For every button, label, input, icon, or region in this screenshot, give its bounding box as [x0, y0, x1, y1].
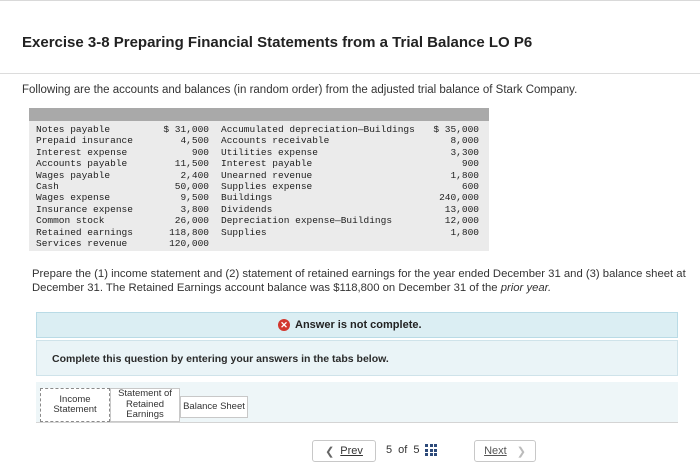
account-name: Common stock — [36, 215, 105, 227]
account-name: Notes payable — [36, 124, 111, 135]
account-amount: 4,500 — [180, 135, 209, 147]
title-divider — [0, 73, 700, 74]
account-amount: 2,400 — [180, 169, 209, 181]
account-amount: 1,800 — [450, 226, 479, 238]
account-amount: 26,000 — [174, 215, 209, 227]
account-name: Insurance expense — [36, 203, 133, 215]
account-name: Supplies expense — [221, 180, 313, 192]
account-name: Accounts receivable — [221, 135, 330, 147]
instruction-box: Complete this question by entering your … — [36, 340, 678, 376]
tab-divider — [36, 422, 678, 423]
trial-balance-header — [29, 108, 489, 121]
prepare-text: Prepare the (1) income statement and (2)… — [32, 268, 686, 294]
left-amounts-column: $ 31,000 4,500 900 11,500 2,400 50,000 9… — [149, 124, 209, 249]
account-amount: 8,000 — [450, 135, 479, 147]
account-amount: 12,000 — [444, 215, 479, 227]
account-name: Retained earnings — [36, 226, 133, 238]
account-amount: 3,800 — [180, 203, 209, 215]
account-amount: 13,000 — [444, 203, 479, 215]
account-amount: 1,800 — [450, 169, 479, 181]
account-name: Unearned revenue — [221, 169, 313, 181]
prepare-instructions: Prepare the (1) income statement and (2)… — [32, 268, 692, 295]
right-accounts-column: Accumulated depreciation—Buildings Accou… — [221, 124, 431, 238]
account-name: Supplies — [221, 226, 267, 238]
next-button[interactable]: Next ❯ — [474, 440, 536, 462]
prepare-emphasis: prior year. — [500, 281, 552, 294]
answer-status-bar: ✕ Answer is not complete. — [36, 312, 678, 338]
page-of: of — [398, 444, 408, 456]
account-name: Accounts payable — [36, 158, 128, 170]
account-name: Dividends — [221, 203, 273, 215]
top-divider — [0, 0, 700, 1]
account-amount: 3,300 — [450, 146, 479, 158]
account-name: Cash — [36, 180, 59, 192]
tab-statement-of-retained-earnings[interactable]: Statement of Retained Earnings — [110, 388, 180, 422]
account-amount: 11,500 — [174, 158, 209, 170]
tab-balance-sheet[interactable]: Balance Sheet — [180, 396, 248, 418]
account-amount: 9,500 — [180, 192, 209, 204]
account-name: Services revenue — [36, 237, 128, 249]
grid-menu-icon[interactable] — [425, 444, 438, 456]
account-amount: 120,000 — [169, 237, 209, 249]
status-text: Answer is not complete. — [295, 319, 422, 331]
account-amount: 50,000 — [174, 180, 209, 192]
page-indicator: 5 of 5 — [386, 440, 466, 460]
chevron-left-icon: ❮ — [325, 445, 335, 458]
page-title: Exercise 3-8 Preparing Financial Stateme… — [22, 34, 533, 51]
account-name: Interest expense — [36, 146, 128, 158]
account-amount: 900 — [191, 146, 209, 158]
page-current: 5 — [386, 444, 393, 456]
left-accounts-column: Notes payable Prepaid insurance Interest… — [36, 124, 146, 249]
account-amount: 900 — [461, 158, 479, 170]
account-name: Utilities expense — [221, 146, 318, 158]
instruction-text: Complete this question by entering your … — [52, 353, 389, 365]
error-x-icon: ✕ — [278, 319, 290, 331]
account-amount: $ 35,000 — [433, 124, 479, 135]
tab-bar: Income Statement Statement of Retained E… — [36, 382, 678, 422]
account-name: Depreciation expense—Buildings — [221, 215, 393, 227]
account-name: Prepaid insurance — [36, 135, 133, 147]
trial-balance-table: Notes payable Prepaid insurance Interest… — [29, 121, 489, 251]
chevron-right-icon: ❯ — [516, 445, 526, 458]
account-name: Wages expense — [36, 192, 111, 204]
account-name: Accumulated depreciation—Buildings — [221, 124, 415, 135]
account-name: Interest payable — [221, 158, 313, 170]
next-label: Next — [484, 445, 507, 457]
tab-income-statement[interactable]: Income Statement — [40, 388, 110, 422]
account-amount: 240,000 — [439, 192, 479, 204]
account-amount: $ 31,000 — [163, 124, 209, 135]
intro-text: Following are the accounts and balances … — [22, 84, 578, 96]
account-amount: 118,800 — [169, 226, 209, 238]
account-name: Buildings — [221, 192, 273, 204]
account-amount: 600 — [461, 180, 479, 192]
account-name: Wages payable — [36, 169, 111, 181]
page-total: 5 — [413, 444, 420, 456]
right-amounts-column: $ 35,000 8,000 3,300 900 1,800 600 240,0… — [424, 124, 479, 238]
prev-label: Prev — [340, 445, 363, 457]
prev-button[interactable]: ❮ Prev — [312, 440, 376, 462]
